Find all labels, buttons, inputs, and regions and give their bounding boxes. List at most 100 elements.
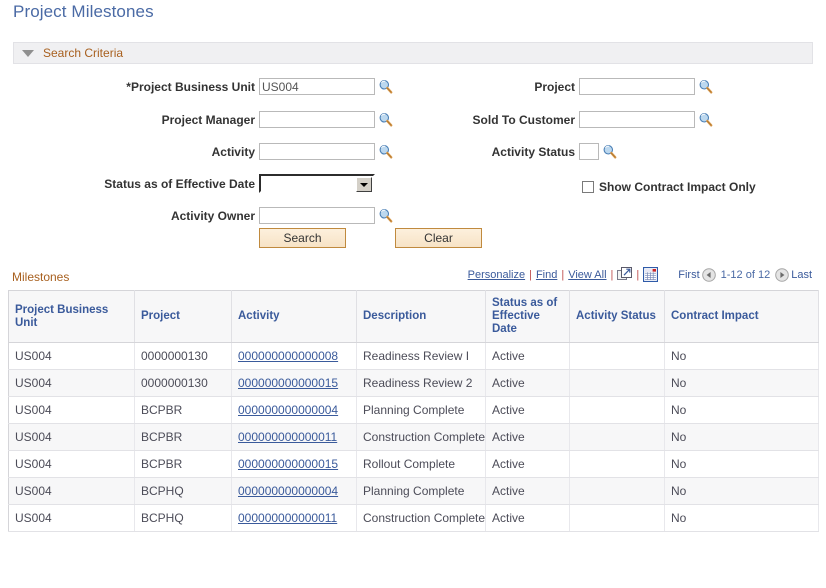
prev-arrow-icon[interactable] xyxy=(702,268,716,282)
col-header-activity[interactable]: Activity xyxy=(232,291,357,343)
clear-button[interactable]: Clear xyxy=(395,228,482,248)
field-project-manager: Project Manager xyxy=(60,111,393,128)
first-page-link[interactable]: First xyxy=(678,269,699,281)
field-activity: Activity xyxy=(60,143,393,160)
cell-project: BCPBR xyxy=(135,424,232,451)
grid-titlebar: Milestones Personalize | Find | View All… xyxy=(8,264,818,290)
grid-pager: First 1-12 of 12 Last xyxy=(678,268,812,282)
project-manager-input[interactable] xyxy=(259,111,375,128)
find-link[interactable]: Find xyxy=(536,269,557,281)
project-business-unit-input[interactable] xyxy=(259,78,375,95)
next-arrow-icon[interactable] xyxy=(775,268,789,282)
activity-link[interactable]: 000000000000004 xyxy=(238,403,338,417)
col-header-project-business-unit[interactable]: Project Business Unit xyxy=(9,291,135,343)
search-criteria-form: *Project Business Unit Project Manager A… xyxy=(0,72,826,222)
activity-input[interactable] xyxy=(259,143,375,160)
table-header-row: Project Business Unit Project Activity D… xyxy=(9,291,819,343)
table-row: US004 BCPBR 000000000000015 Rollout Comp… xyxy=(9,451,819,478)
activity-status-input[interactable] xyxy=(579,143,599,160)
cell-contract-impact: No xyxy=(665,397,819,424)
field-activity-status: Activity Status xyxy=(400,143,617,160)
cell-activity-status xyxy=(570,397,665,424)
page-range-label: 1-12 of 12 xyxy=(721,269,771,281)
cell-description: Planning Complete xyxy=(357,478,486,505)
activity-link[interactable]: 000000000000004 xyxy=(238,484,338,498)
field-project: Project xyxy=(400,78,713,95)
cell-contract-impact: No xyxy=(665,424,819,451)
cell-project: BCPHQ xyxy=(135,478,232,505)
label-project: Project xyxy=(400,80,575,94)
col-header-project[interactable]: Project xyxy=(135,291,232,343)
col-header-activity-status[interactable]: Activity Status xyxy=(570,291,665,343)
activity-link[interactable]: 000000000000015 xyxy=(238,376,338,390)
search-button[interactable]: Search xyxy=(259,228,346,248)
cell-business-unit: US004 xyxy=(9,451,135,478)
field-sold-to-customer: Sold To Customer xyxy=(400,111,713,128)
activity-link[interactable]: 000000000000011 xyxy=(238,511,337,525)
magnifier-icon[interactable] xyxy=(378,112,393,127)
download-spreadsheet-icon[interactable] xyxy=(643,267,658,282)
label-activity-status: Activity Status xyxy=(400,145,575,159)
show-contract-impact-only-checkbox[interactable] xyxy=(582,181,594,193)
triangle-down-icon[interactable] xyxy=(22,50,34,57)
page-title: Project Milestones xyxy=(13,2,154,22)
cell-project: BCPHQ xyxy=(135,505,232,532)
activity-owner-input[interactable] xyxy=(259,207,375,224)
activity-link[interactable]: 000000000000008 xyxy=(238,349,338,363)
cell-status-as-of-effective-date: Active xyxy=(486,370,570,397)
cell-activity: 000000000000015 xyxy=(232,370,357,397)
col-header-contract-impact[interactable]: Contract Impact xyxy=(665,291,819,343)
cell-status-as-of-effective-date: Active xyxy=(486,505,570,532)
table-row: US004 0000000130 000000000000015 Readine… xyxy=(9,370,819,397)
grid-title: Milestones xyxy=(12,270,69,284)
magnifier-icon[interactable] xyxy=(602,144,617,159)
activity-link[interactable]: 000000000000015 xyxy=(238,457,338,471)
magnifier-icon[interactable] xyxy=(378,208,393,223)
cell-activity: 000000000000015 xyxy=(232,451,357,478)
cell-status-as-of-effective-date: Active xyxy=(486,343,570,370)
personalize-link[interactable]: Personalize xyxy=(468,269,525,281)
cell-activity-status xyxy=(570,451,665,478)
table-row: US004 BCPHQ 000000000000004 Planning Com… xyxy=(9,478,819,505)
view-all-link[interactable]: View All xyxy=(568,269,606,281)
col-header-description[interactable]: Description xyxy=(357,291,486,343)
cell-description: Construction Complete xyxy=(357,505,486,532)
cell-status-as-of-effective-date: Active xyxy=(486,451,570,478)
col-header-status-as-of-effective-date[interactable]: Status as of Effective Date xyxy=(486,291,570,343)
cell-activity-status xyxy=(570,505,665,532)
cell-business-unit: US004 xyxy=(9,397,135,424)
magnifier-icon[interactable] xyxy=(378,144,393,159)
status-as-of-effective-date-select[interactable] xyxy=(259,174,375,193)
cell-activity: 000000000000004 xyxy=(232,397,357,424)
cell-description: Planning Complete xyxy=(357,397,486,424)
cell-contract-impact: No xyxy=(665,451,819,478)
project-input[interactable] xyxy=(579,78,695,95)
label-status-as-of-effective-date: Status as of Effective Date xyxy=(60,177,255,191)
toolbar-separator: | xyxy=(636,269,639,281)
magnifier-icon[interactable] xyxy=(378,79,393,94)
cell-contract-impact: No xyxy=(665,370,819,397)
field-activity-owner: Activity Owner xyxy=(60,207,393,224)
cell-activity-status xyxy=(570,343,665,370)
chevron-down-icon[interactable] xyxy=(356,177,372,192)
sold-to-customer-input[interactable] xyxy=(579,111,695,128)
zoom-expand-icon[interactable] xyxy=(617,267,632,282)
magnifier-icon[interactable] xyxy=(698,79,713,94)
search-criteria-section-header[interactable]: Search Criteria xyxy=(13,42,813,64)
cell-project: BCPBR xyxy=(135,451,232,478)
milestones-table: Project Business Unit Project Activity D… xyxy=(8,290,819,532)
cell-project: 0000000130 xyxy=(135,343,232,370)
cell-activity: 000000000000008 xyxy=(232,343,357,370)
table-row: US004 BCPBR 000000000000004 Planning Com… xyxy=(9,397,819,424)
milestones-grid: Milestones Personalize | Find | View All… xyxy=(8,264,818,532)
cell-status-as-of-effective-date: Active xyxy=(486,397,570,424)
cell-activity-status xyxy=(570,370,665,397)
cell-description: Readiness Review 2 xyxy=(357,370,486,397)
cell-business-unit: US004 xyxy=(9,424,135,451)
table-row: US004 0000000130 000000000000008 Readine… xyxy=(9,343,819,370)
last-page-link[interactable]: Last xyxy=(791,269,812,281)
table-row: US004 BCPHQ 000000000000011 Construction… xyxy=(9,505,819,532)
label-activity: Activity xyxy=(60,145,255,159)
magnifier-icon[interactable] xyxy=(698,112,713,127)
activity-link[interactable]: 000000000000011 xyxy=(238,430,337,444)
